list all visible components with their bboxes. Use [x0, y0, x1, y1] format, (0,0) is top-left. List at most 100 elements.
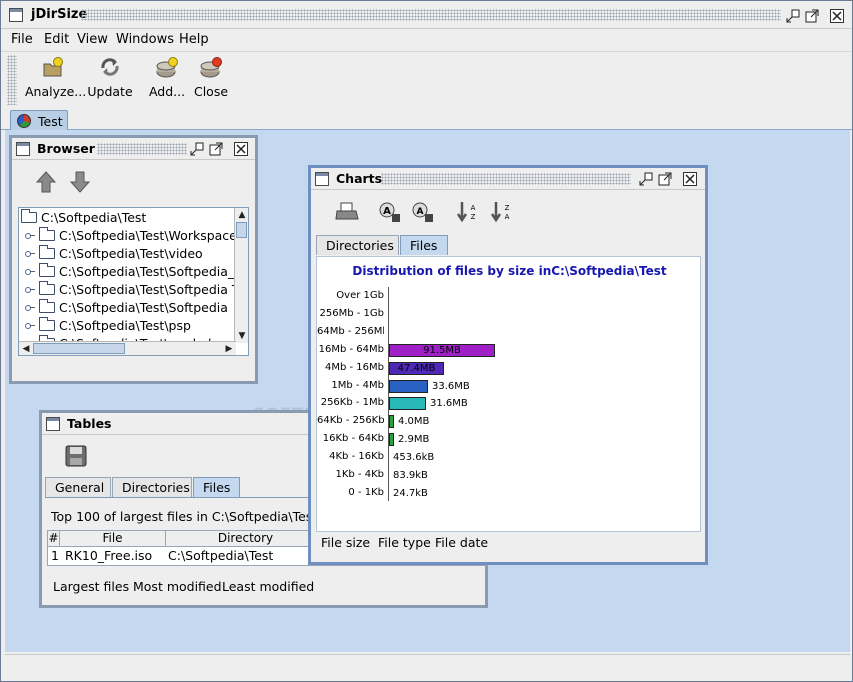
column-header-index[interactable]: # [48, 531, 60, 547]
maximize-icon[interactable] [805, 9, 819, 23]
expand-handle-icon[interactable] [25, 285, 35, 293]
expand-handle-icon[interactable] [25, 321, 35, 329]
tab-directories[interactable]: Directories [316, 235, 399, 255]
tab-file-date[interactable]: File date [435, 535, 488, 550]
cell-file: RK10_Free.iso [65, 548, 153, 563]
svg-text:A: A [471, 204, 476, 212]
menu-view[interactable]: View [77, 32, 108, 47]
tab-least-modified[interactable]: Least modified [222, 579, 314, 594]
document-tab-bar: Test [1, 108, 852, 131]
tree-item-label: C:\Softpedia\Test\Softpedia_thu [59, 264, 249, 279]
status-bar [5, 654, 850, 679]
maximize-icon[interactable] [658, 172, 672, 186]
sort-ascending-icon[interactable]: AZ [456, 201, 480, 223]
add-disk-icon [155, 56, 179, 78]
expand-handle-icon[interactable] [25, 249, 35, 257]
menu-help[interactable]: Help [179, 32, 209, 47]
chart-axis [388, 287, 389, 501]
svg-text:A: A [383, 206, 391, 217]
tab-largest-files[interactable]: Largest files [53, 579, 129, 594]
tree-item-label: C:\Softpedia\Test\Workspace [59, 228, 237, 243]
maximize-icon[interactable] [209, 142, 223, 156]
tab-directories[interactable]: Directories [112, 477, 192, 497]
scroll-up-icon[interactable]: ▲ [235, 208, 248, 222]
category-label: 16Kb - 64Kb [322, 433, 384, 445]
remove-disk-icon [199, 56, 223, 78]
expand-handle-icon[interactable] [25, 303, 35, 311]
close-icon[interactable] [683, 172, 697, 186]
folder-icon [39, 299, 55, 313]
table-caption: Top 100 of largest files in C:\Softpedia… [51, 509, 318, 524]
browser-titlebar[interactable]: Browser [12, 138, 255, 160]
tree-item-label: C:\Softpedia\Test\psp [59, 318, 191, 333]
category-label: 4Kb - 16Kb [329, 451, 384, 463]
menu-file[interactable]: File [11, 32, 33, 47]
tab-general[interactable]: General [45, 477, 111, 497]
update-button[interactable]: Update [87, 56, 133, 99]
tree-item-label: C:\Softpedia\Test\video [59, 246, 203, 261]
zoom-in-icon[interactable]: A [378, 201, 402, 223]
bar-value-label: 2.9MB [398, 434, 430, 446]
charts-window: Charts A A AZ ZA Directories Files Distr… [308, 165, 708, 565]
save-icon[interactable] [64, 445, 88, 469]
menu-bar: File Edit View Windows Help [1, 29, 852, 51]
tab-file-size[interactable]: File size [321, 535, 370, 550]
toolbar-grip[interactable] [7, 55, 17, 105]
column-header-directory[interactable]: Directory [166, 531, 326, 547]
print-icon[interactable] [335, 201, 359, 223]
bar [389, 415, 394, 429]
tab-test[interactable]: Test [10, 110, 68, 131]
category-label: 256Kb - 1Mb [320, 397, 384, 409]
tab-most-modified[interactable]: Most modified [133, 579, 222, 594]
directory-tree[interactable]: C:\Softpedia\Test C:\Softpedia\Test\Work… [18, 207, 249, 356]
zoom-out-icon[interactable]: A [411, 201, 435, 223]
up-arrow-icon[interactable] [35, 171, 57, 193]
horizontal-scrollbar[interactable]: ◀ ▶ [19, 341, 236, 355]
category-label: 0 - 1Kb [348, 486, 384, 498]
scroll-left-icon[interactable]: ◀ [19, 342, 33, 355]
vertical-scrollbar[interactable]: ▲ ▼ [234, 208, 248, 343]
scroll-thumb[interactable] [236, 222, 247, 238]
title-bar[interactable]: jDirSize [1, 1, 852, 29]
category-label: 256Mb - 1Gb [319, 307, 385, 319]
add-button[interactable]: Add... [147, 56, 187, 99]
category-label: 64Mb - 256Mb [317, 325, 384, 337]
analyze-button[interactable]: Analyze... [25, 56, 86, 99]
svg-text:A: A [417, 207, 424, 217]
bar-value-label: 31.6MB [430, 398, 468, 410]
charts-tab-bar: Directories Files [316, 235, 706, 255]
title-grip [97, 143, 187, 155]
close-button[interactable]: Close [191, 56, 231, 99]
menu-edit[interactable]: Edit [44, 32, 69, 47]
restore-icon[interactable] [190, 142, 204, 156]
tab-file-type[interactable]: File type [378, 535, 431, 550]
window-icon [46, 417, 60, 431]
down-arrow-icon[interactable] [69, 171, 91, 193]
window-icon [9, 8, 23, 22]
bar [389, 397, 426, 411]
expand-handle-icon[interactable] [25, 267, 35, 275]
scroll-right-icon[interactable]: ▶ [222, 342, 236, 355]
tab-files[interactable]: Files [400, 235, 448, 255]
pie-icon [17, 114, 31, 128]
scroll-down-icon[interactable]: ▼ [235, 329, 248, 343]
sort-descending-icon[interactable]: ZA [490, 201, 514, 223]
cell-index: 1 [51, 548, 59, 563]
expand-handle-icon[interactable] [25, 231, 35, 239]
column-header-file[interactable]: File [60, 531, 166, 547]
menu-windows[interactable]: Windows [116, 32, 174, 47]
charts-title: Charts [336, 171, 383, 186]
bar-value-label: 4.0MB [398, 416, 430, 428]
category-label: 16Mb - 64Mb [318, 343, 384, 355]
analyze-icon [41, 56, 65, 78]
tab-files[interactable]: Files [193, 477, 240, 497]
scroll-thumb[interactable] [33, 343, 125, 354]
close-icon[interactable] [830, 9, 844, 23]
tables-title: Tables [67, 416, 112, 431]
folder-icon [39, 245, 55, 259]
folder-icon [39, 263, 55, 277]
restore-icon[interactable] [786, 9, 800, 23]
restore-icon[interactable] [639, 172, 653, 186]
close-icon[interactable] [234, 142, 248, 156]
charts-titlebar[interactable]: Charts [311, 168, 705, 190]
